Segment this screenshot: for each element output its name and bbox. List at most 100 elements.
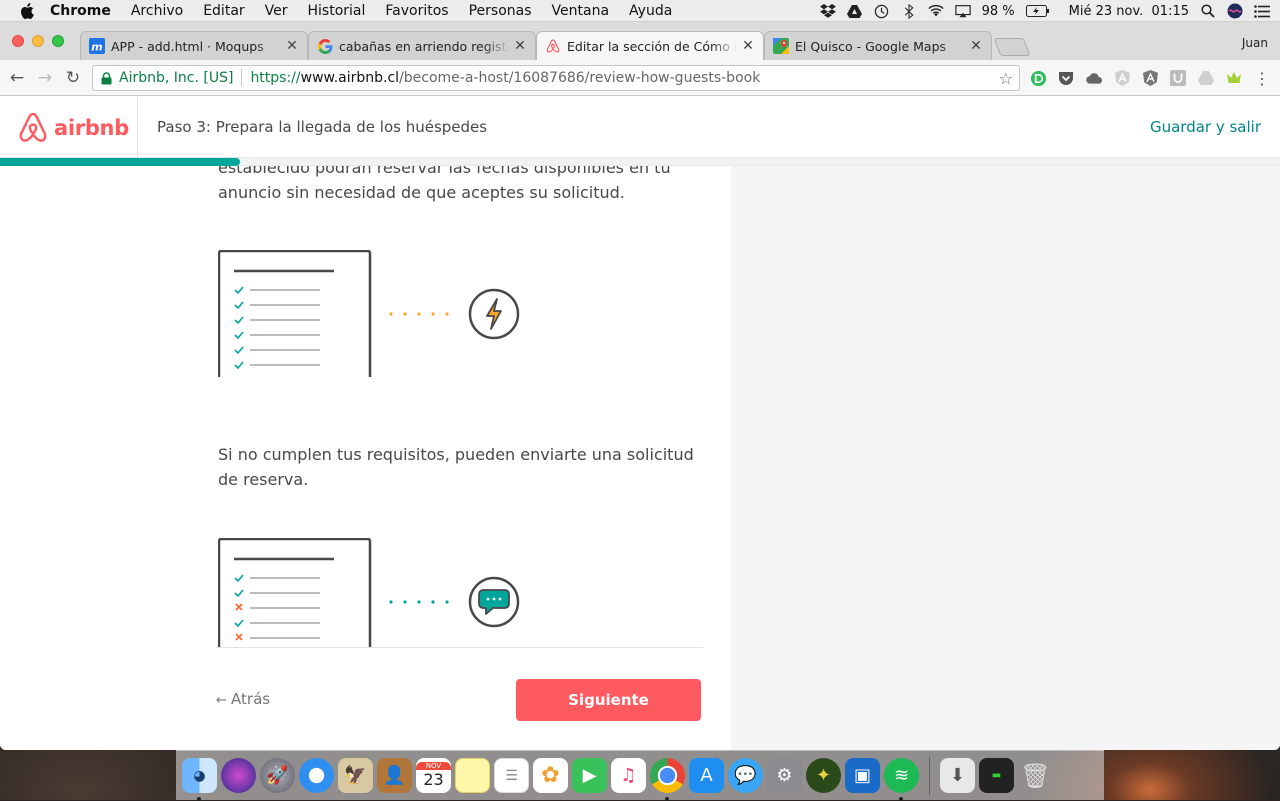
logo-wordmark: airbnb — [54, 116, 129, 140]
siri-icon[interactable] — [1227, 3, 1243, 19]
finder-icon[interactable]: ◕ — [182, 758, 217, 801]
spotify-icon[interactable]: ≋ — [884, 758, 919, 801]
tab-close-icon[interactable]: ✕ — [513, 38, 527, 54]
zoom-window-button[interactable] — [52, 35, 64, 47]
pocket-icon[interactable] — [1057, 69, 1075, 87]
qgis-icon[interactable]: ✦ — [806, 758, 841, 793]
sourcetree-icon[interactable]: ▣ — [845, 758, 880, 793]
angular-extension-icon[interactable] — [1113, 69, 1131, 87]
google-drive-icon[interactable] — [847, 3, 863, 19]
next-button[interactable]: Siguiente — [516, 679, 701, 721]
right-side-panel — [731, 158, 1280, 750]
tab-title: cabañas en arriendo registor - — [339, 38, 509, 54]
system-preferences-icon[interactable]: ⚙ — [767, 758, 802, 793]
back-arrow-icon[interactable]: ← — [6, 67, 28, 89]
checkmark-icon — [234, 301, 244, 310]
checkmark-icon — [234, 361, 244, 370]
app-menu-chrome[interactable]: Chrome — [50, 3, 111, 19]
description-line-2: anuncio sin necesidad de que aceptes su … — [218, 183, 625, 202]
messages-icon[interactable]: 💬 — [728, 758, 763, 793]
save-and-exit-link[interactable]: Guardar y salir — [1150, 118, 1261, 136]
downloads-stack-icon[interactable]: ⬇ — [940, 758, 975, 793]
contacts-icon[interactable]: 👤 — [377, 758, 412, 793]
minimize-window-button[interactable] — [32, 35, 44, 47]
macos-menubar: Chrome Archivo Editar Ver Historial Favo… — [0, 0, 1280, 22]
header-divider — [137, 97, 138, 158]
forward-arrow-icon[interactable]: → — [34, 67, 56, 89]
url-host: www.airbnb.cl — [300, 70, 400, 86]
tab-moqups[interactable]: m APP - add.html · Moqups ✕ — [80, 31, 308, 60]
drive-extension-icon[interactable] — [1197, 69, 1215, 87]
apple-menu-icon[interactable] — [20, 2, 36, 19]
dropbox-icon[interactable] — [819, 3, 836, 19]
menu-favoritos[interactable]: Favoritos — [385, 3, 448, 19]
window-controls — [12, 35, 64, 47]
tab-close-icon[interactable]: ✕ — [741, 38, 755, 54]
notification-center-icon[interactable] — [1254, 3, 1270, 19]
request-paragraph: Si no cumplen tus requisitos, pueden env… — [218, 445, 694, 489]
tab-close-icon[interactable]: ✕ — [969, 38, 983, 54]
safari-icon[interactable] — [299, 758, 334, 793]
menu-historial[interactable]: Historial — [308, 3, 366, 19]
maps-icon — [773, 38, 789, 54]
crown-extension-icon[interactable] — [1225, 69, 1243, 87]
reminders-icon[interactable]: ☰ — [494, 758, 529, 793]
calendar-day: 23 — [423, 770, 444, 789]
menu-editar[interactable]: Editar — [203, 3, 244, 19]
airbnb-logo[interactable]: airbnb — [18, 112, 129, 144]
clock-datetime[interactable]: Mié 23 nov. 01:15 — [1069, 4, 1189, 19]
tab-title: Editar la sección de Cómo reser — [567, 38, 737, 54]
tab-title: APP - add.html · Moqups — [111, 38, 264, 54]
battery-percentage[interactable]: 98 % — [982, 4, 1015, 19]
cloud-extension-icon[interactable] — [1085, 69, 1103, 87]
battery-charging-icon[interactable] — [1025, 3, 1050, 19]
notes-icon[interactable] — [455, 758, 490, 793]
tab-google-maps[interactable]: El Quisco - Google Maps ✕ — [764, 31, 992, 60]
facetime-icon[interactable]: ▶ — [572, 758, 607, 793]
new-tab-button[interactable] — [993, 38, 1031, 56]
airplay-icon[interactable] — [954, 3, 971, 19]
checkmark-icon — [234, 619, 244, 628]
wifi-icon[interactable] — [927, 3, 944, 19]
page-viewport: airbnb Paso 3: Prepara la llegada de los… — [0, 97, 1280, 750]
terminal-stack-icon[interactable]: ▬ — [979, 758, 1014, 793]
lock-icon[interactable] — [101, 71, 113, 85]
menu-ayuda[interactable]: Ayuda — [629, 3, 672, 19]
close-window-button[interactable] — [12, 35, 24, 47]
cross-icon — [235, 603, 243, 611]
tab-google-search[interactable]: cabañas en arriendo registor - ✕ — [308, 31, 536, 60]
instant-book-illustration — [218, 250, 520, 377]
launchpad-icon[interactable]: 🚀 — [260, 758, 295, 793]
angular-batarang-icon[interactable] — [1141, 69, 1159, 87]
checkmark-icon — [234, 574, 244, 583]
page-footer: ← Atrás Siguiente — [216, 647, 703, 750]
mail-icon[interactable]: 🦅 — [338, 758, 373, 793]
calendar-icon[interactable]: NOV 23 — [416, 758, 451, 793]
u-extension-icon[interactable] — [1169, 69, 1187, 87]
menu-personas[interactable]: Personas — [469, 3, 532, 19]
profile-name[interactable]: Juan — [1242, 36, 1268, 50]
tab-airbnb-edit[interactable]: Editar la sección de Cómo reser ✕ — [536, 31, 764, 60]
time-machine-icon[interactable] — [874, 3, 890, 19]
back-link[interactable]: ← Atrás — [216, 690, 270, 708]
extension-d-icon[interactable] — [1029, 69, 1047, 87]
reload-icon[interactable]: ↻ — [62, 67, 84, 89]
menu-ver[interactable]: Ver — [265, 3, 288, 19]
url-path: /become-a-host/16087686/review-how-guest… — [399, 70, 761, 86]
bookmark-star-icon[interactable]: ☆ — [999, 69, 1013, 88]
photos-icon[interactable]: ✿ — [533, 758, 568, 793]
checkmark-icon — [234, 589, 244, 598]
itunes-icon[interactable]: ♫ — [611, 758, 646, 793]
spotlight-search-icon[interactable] — [1200, 3, 1216, 19]
url-scheme: https:// — [250, 70, 301, 86]
tab-close-icon[interactable]: ✕ — [285, 38, 299, 54]
trash-icon[interactable]: 🗑 — [1018, 758, 1053, 793]
app-store-icon[interactable]: A — [689, 758, 724, 793]
siri-dock-icon[interactable] — [221, 758, 256, 793]
bluetooth-icon[interactable] — [901, 3, 917, 19]
address-bar[interactable]: Airbnb, Inc. [US] https://www.airbnb.cl/… — [92, 65, 1020, 91]
chrome-menu-icon[interactable]: ⋮ — [1253, 69, 1271, 88]
chrome-dock-icon[interactable] — [650, 758, 685, 801]
menu-archivo[interactable]: Archivo — [131, 3, 183, 19]
menu-ventana[interactable]: Ventana — [552, 3, 610, 19]
